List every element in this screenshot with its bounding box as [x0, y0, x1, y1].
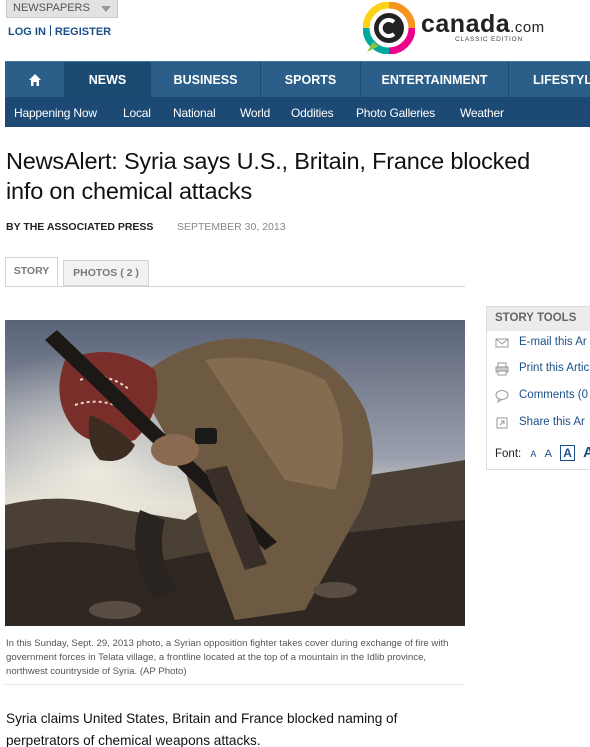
font-label: Font: [495, 448, 522, 460]
logo-wordmark: canada.com [421, 10, 545, 38]
subnav-oddities[interactable]: Oddities [291, 97, 334, 127]
email-article-link[interactable]: E-mail this Ar [487, 334, 590, 354]
logo-edition: CLASSIC EDITION [455, 36, 523, 43]
tab-story[interactable]: STORY [5, 257, 58, 286]
photo-caption: In this Sunday, Sept. 29, 2013 photo, a … [6, 638, 449, 677]
print-article-link[interactable]: Print this Artic [487, 360, 590, 380]
article-photo[interactable] [5, 320, 465, 626]
headline-line-2: info on chemical attacks [6, 178, 252, 204]
print-icon [495, 362, 509, 376]
tab-divider [5, 286, 465, 287]
comment-icon [495, 390, 509, 403]
subnav-world[interactable]: World [240, 97, 270, 127]
font-size-large[interactable]: A [583, 444, 590, 461]
login-link[interactable]: LOG IN [8, 26, 46, 38]
auth-links: LOG IN REGISTER [8, 25, 111, 38]
primary-nav: NEWS BUSINESS SPORTS ENTERTAINMENT LIFES… [5, 61, 590, 98]
newspapers-dropdown[interactable]: NEWSPAPERS [6, 0, 118, 18]
body-line-1: Syria claims United States, Britain and … [6, 711, 398, 726]
nav-entertainment[interactable]: ENTERTAINMENT [361, 62, 509, 98]
fighter-photo-image [5, 320, 465, 626]
nav-home[interactable] [5, 62, 65, 98]
site-logo[interactable]: canada.com CLASSIC EDITION [363, 2, 573, 56]
story-tools-panel: STORY TOOLS E-mail this Ar Print this Ar… [486, 306, 590, 470]
newspapers-label: NEWSPAPERS [13, 2, 90, 14]
caption-divider [5, 684, 465, 685]
article-headline: NewsAlert: Syria says U.S., Britain, Fra… [6, 146, 590, 206]
subnav-photo-galleries[interactable]: Photo Galleries [356, 97, 435, 127]
nav-news[interactable]: NEWS [65, 62, 151, 98]
article-body: Syria claims United States, Britain and … [6, 708, 466, 747]
subnav-happening-now[interactable]: Happening Now [14, 97, 97, 127]
body-line-2: perpetrators of chemical weapons attacks… [6, 733, 261, 747]
comments-link[interactable]: Comments (0 [487, 387, 590, 407]
font-size-control: Font: A A A A [495, 444, 590, 461]
home-icon [28, 74, 41, 86]
nav-business[interactable]: BUSINESS [151, 62, 261, 98]
chevron-down-icon [101, 6, 111, 12]
font-size-small[interactable]: A [545, 448, 552, 460]
divider [49, 25, 51, 36]
subnav-weather[interactable]: Weather [460, 97, 504, 127]
email-icon [495, 338, 509, 348]
logo-bubble-icon [363, 2, 415, 54]
font-size-smallest[interactable]: A [530, 449, 536, 459]
tab-photos[interactable]: PHOTOS ( 2 ) [63, 260, 149, 286]
subnav-local[interactable]: Local [123, 97, 151, 127]
secondary-nav: Happening Now Local National World Oddit… [5, 97, 590, 127]
font-size-medium-selected[interactable]: A [560, 445, 575, 461]
article-date: SEPTEMBER 30, 2013 [177, 221, 286, 233]
nav-sports[interactable]: SPORTS [261, 62, 361, 98]
headline-line-1: NewsAlert: Syria says U.S., Britain, Fra… [6, 148, 530, 174]
subnav-national[interactable]: National [173, 97, 216, 127]
article-byline: BY THE ASSOCIATED PRESS [6, 221, 154, 233]
share-article-link[interactable]: Share this Ar [487, 414, 590, 434]
nav-lifestyle[interactable]: LIFESTYLE [509, 62, 590, 98]
register-link[interactable]: REGISTER [55, 26, 111, 38]
story-tools-title: STORY TOOLS [487, 307, 590, 331]
share-icon [496, 417, 508, 429]
